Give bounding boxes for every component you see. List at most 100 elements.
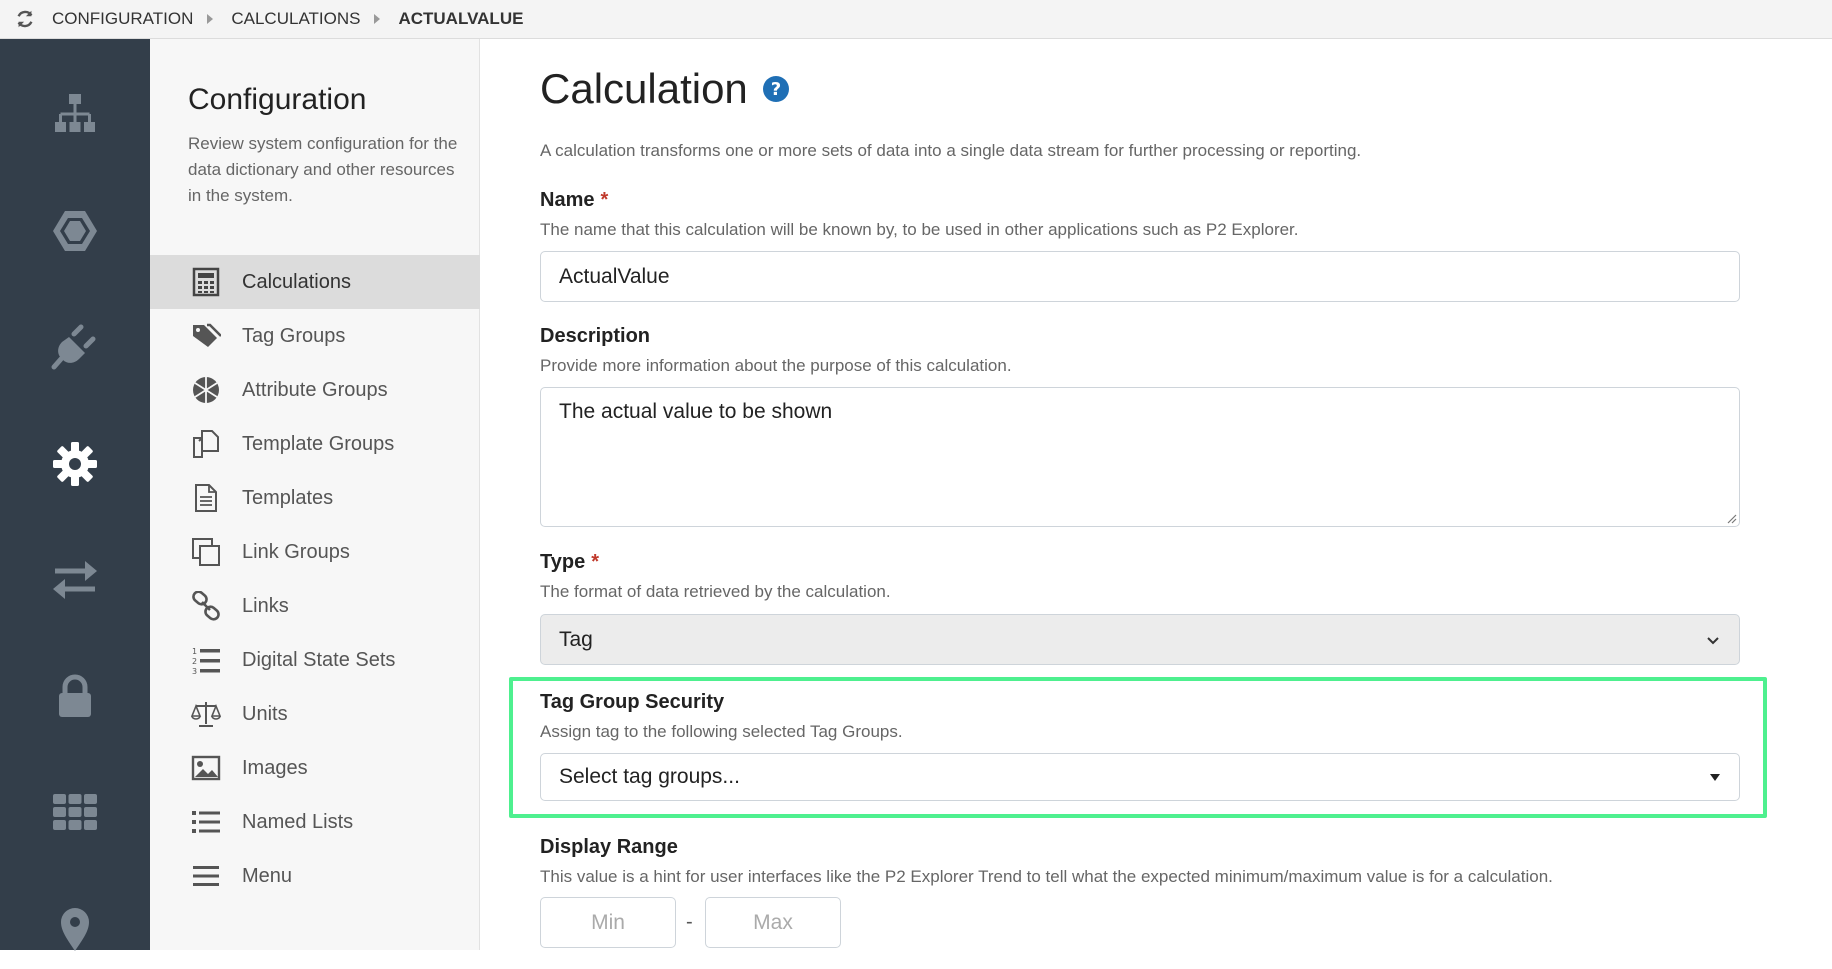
sidebar-item-label: Template Groups bbox=[242, 432, 395, 455]
type-label-text: Type bbox=[540, 551, 586, 573]
location-pin-icon bbox=[61, 908, 89, 951]
sidebar-item-label: Calculations bbox=[242, 270, 351, 293]
transfer-icon bbox=[53, 561, 97, 599]
aperture-icon bbox=[190, 374, 222, 406]
name-field[interactable] bbox=[540, 251, 1740, 302]
sidebar-item-digital-state-sets[interactable]: 123 Digital State Sets bbox=[150, 633, 480, 687]
required-marker: * bbox=[591, 551, 599, 573]
sidebar-item-label: Menu bbox=[242, 864, 293, 887]
rail-configuration[interactable] bbox=[0, 424, 150, 504]
range-separator: - bbox=[686, 911, 693, 933]
sidebar-item-label: Units bbox=[242, 702, 288, 725]
caret-down-icon bbox=[1710, 774, 1720, 781]
list-icon bbox=[190, 806, 222, 838]
sidebar-nav: Calculations Tag Groups Attribute Groups… bbox=[150, 255, 480, 903]
range-max-placeholder: Max bbox=[753, 910, 793, 934]
sidebar-item-links[interactable]: Links bbox=[150, 579, 480, 633]
svg-text:2: 2 bbox=[192, 657, 197, 666]
sidebar-item-named-lists[interactable]: Named Lists bbox=[150, 795, 480, 849]
tag-group-security-help: Assign tag to the following selected Tag… bbox=[540, 722, 903, 741]
breadcrumb-bar: CONFIGURATION CALCULATIONS ACTUALVALUE bbox=[0, 0, 1832, 39]
balance-scale-icon bbox=[190, 698, 222, 730]
main-content: Calculation ? A calculation transforms o… bbox=[540, 39, 1800, 950]
page-title-text: Calculation bbox=[540, 65, 748, 112]
rail-transfer[interactable] bbox=[0, 539, 150, 619]
breadcrumb-separator-icon bbox=[374, 14, 381, 24]
menu-icon bbox=[190, 860, 222, 892]
svg-text:?: ? bbox=[771, 79, 781, 100]
hexagon-icon bbox=[53, 211, 97, 251]
breadcrumb-separator-icon bbox=[207, 14, 214, 24]
sidebar-item-tag-groups[interactable]: Tag Groups bbox=[150, 309, 480, 363]
tags-icon bbox=[190, 320, 222, 352]
breadcrumb-configuration[interactable]: CONFIGURATION bbox=[52, 9, 193, 29]
link-icon bbox=[190, 590, 222, 622]
name-help: The name that this calculation will be k… bbox=[540, 220, 1299, 239]
calculator-icon bbox=[190, 266, 222, 298]
sidebar-item-templates[interactable]: Templates bbox=[150, 471, 480, 525]
range-min-input[interactable]: Min bbox=[540, 897, 676, 948]
hierarchy-icon bbox=[55, 94, 95, 132]
sidebar-item-units[interactable]: Units bbox=[150, 687, 480, 741]
sidebar-item-link-groups[interactable]: Link Groups bbox=[150, 525, 480, 579]
name-label-text: Name bbox=[540, 189, 595, 211]
breadcrumb-calculations[interactable]: CALCULATIONS bbox=[231, 9, 360, 29]
description-field[interactable]: The actual value to be shown bbox=[540, 387, 1740, 527]
page-description: A calculation transforms one or more set… bbox=[540, 141, 1362, 160]
sidebar-item-label: Templates bbox=[242, 486, 334, 509]
svg-text:1: 1 bbox=[192, 647, 197, 656]
grid-icon bbox=[53, 794, 97, 830]
sidebar-item-label: Images bbox=[242, 756, 308, 779]
tag-groups-select[interactable]: Select tag groups... bbox=[540, 753, 1740, 801]
sidebar-item-label: Link Groups bbox=[242, 540, 350, 563]
ordered-list-icon: 123 bbox=[190, 644, 222, 676]
chevron-down-icon bbox=[1707, 636, 1719, 644]
sidebar-item-label: Attribute Groups bbox=[242, 378, 388, 401]
lock-icon bbox=[59, 674, 91, 717]
display-range-help: This value is a hint for user interfaces… bbox=[540, 867, 1553, 886]
sidebar-item-calculations[interactable]: Calculations bbox=[150, 255, 480, 309]
help-icon[interactable]: ? bbox=[762, 75, 790, 103]
sidebar-item-template-groups[interactable]: Template Groups bbox=[150, 417, 480, 471]
breadcrumb-current: ACTUALVALUE bbox=[398, 9, 524, 28]
refresh-icon[interactable] bbox=[14, 8, 36, 30]
tag-group-security-label: Tag Group Security bbox=[540, 691, 725, 713]
range-min-placeholder: Min bbox=[591, 910, 625, 934]
plug-icon bbox=[51, 324, 96, 370]
display-range-label: Display Range bbox=[540, 836, 678, 858]
sidebar-item-label: Named Lists bbox=[242, 810, 354, 833]
sidebar-intro: Review system configuration for the data… bbox=[188, 134, 458, 205]
type-select[interactable]: Tag bbox=[540, 614, 1740, 665]
svg-text:3: 3 bbox=[192, 667, 197, 675]
type-select-value: Tag bbox=[559, 627, 593, 651]
rail-locations[interactable] bbox=[0, 889, 150, 969]
config-sidebar: Configuration Review system configuratio… bbox=[150, 39, 480, 950]
sidebar-title: Configuration bbox=[188, 83, 367, 116]
copy-files-icon bbox=[190, 428, 222, 460]
rail-security[interactable] bbox=[0, 656, 150, 736]
rail-assets[interactable] bbox=[0, 191, 150, 271]
app-rail bbox=[0, 39, 150, 951]
sidebar-item-label: Digital State Sets bbox=[242, 648, 396, 671]
rail-connections[interactable] bbox=[0, 307, 150, 387]
type-help: The format of data retrieved by the calc… bbox=[540, 582, 891, 601]
document-icon bbox=[190, 482, 222, 514]
rail-hierarchy[interactable] bbox=[0, 74, 150, 154]
range-max-input[interactable]: Max bbox=[705, 897, 841, 948]
tag-groups-placeholder: Select tag groups... bbox=[559, 765, 740, 788]
sidebar-item-attribute-groups[interactable]: Attribute Groups bbox=[150, 363, 480, 417]
description-value: The actual value to be shown bbox=[559, 400, 833, 423]
rail-apps[interactable] bbox=[0, 772, 150, 852]
page-title: Calculation ? bbox=[540, 65, 790, 113]
sidebar-item-menu[interactable]: Menu bbox=[150, 849, 480, 903]
description-label: Description bbox=[540, 325, 651, 347]
sidebar-item-label: Tag Groups bbox=[242, 324, 346, 347]
resize-grip-icon[interactable] bbox=[1725, 512, 1737, 524]
sidebar-item-images[interactable]: Images bbox=[150, 741, 480, 795]
clone-icon bbox=[190, 536, 222, 568]
name-label: Name * bbox=[540, 189, 608, 212]
image-icon bbox=[190, 752, 222, 784]
sidebar-item-label: Links bbox=[242, 594, 289, 617]
description-help: Provide more information about the purpo… bbox=[540, 356, 1012, 375]
gear-icon bbox=[53, 442, 97, 486]
